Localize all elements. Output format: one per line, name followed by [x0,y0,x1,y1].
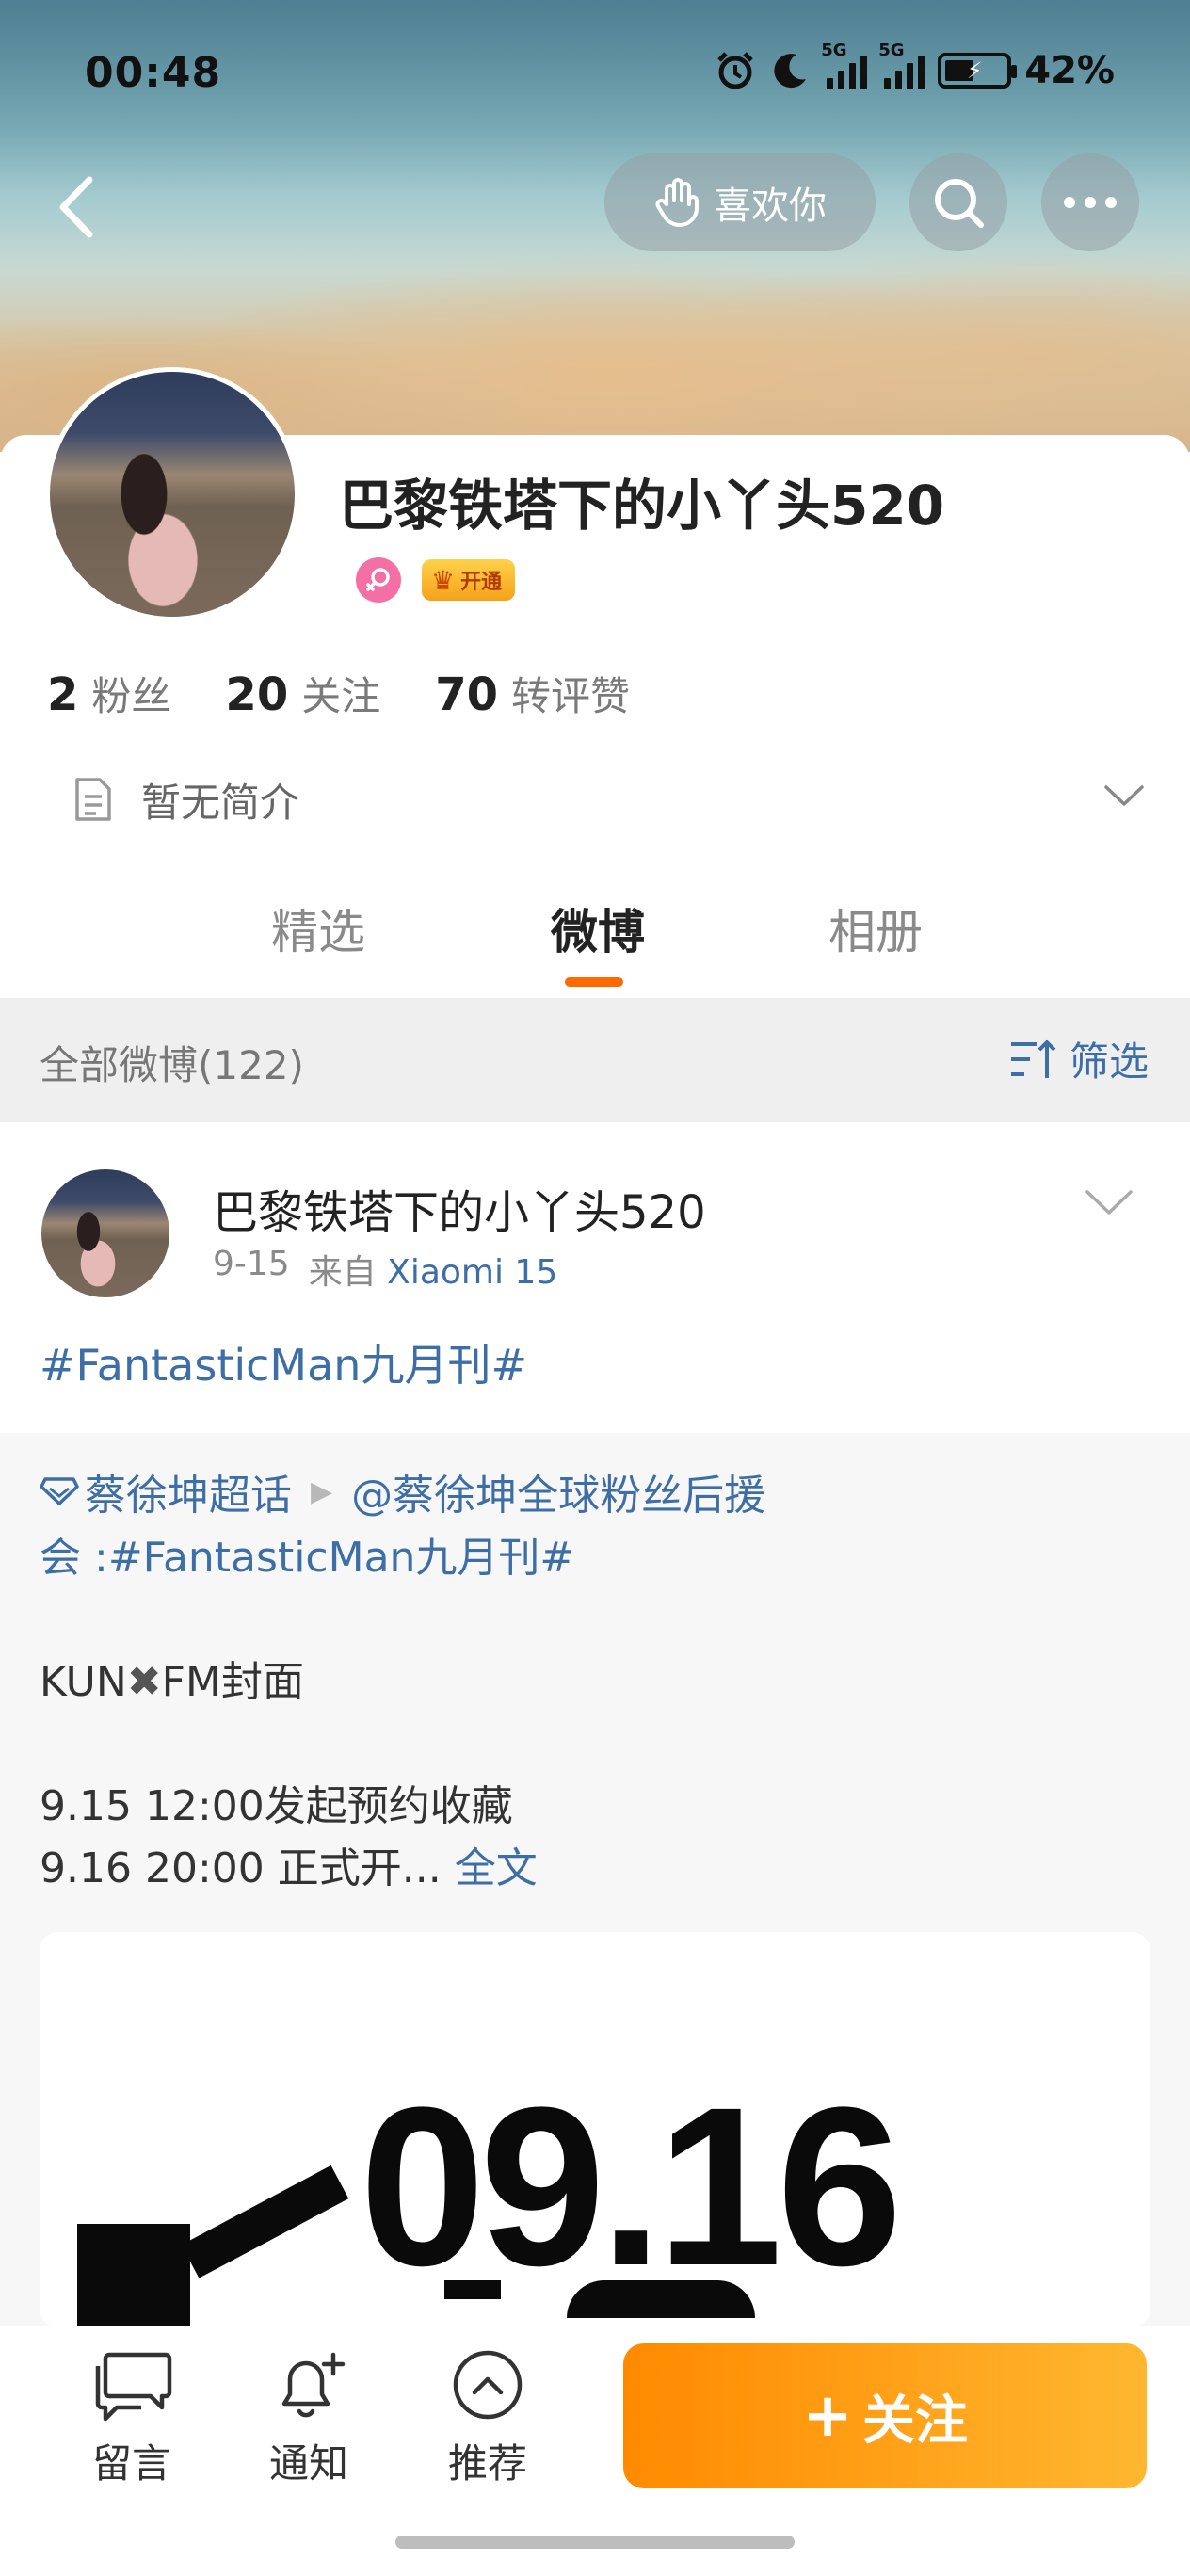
stat-number: 20 [225,668,289,721]
profile-badges: ♛ 开通 [356,557,516,603]
network-type-1: 5G [821,40,847,60]
signal-icon-2: 5G [878,40,925,89]
image-letter-fragment [181,2165,349,2278]
repost-image[interactable]: 09.16 [40,1932,1150,2327]
diamond-supertopic-icon [40,1477,79,1505]
repost-source-line: 蔡徐坤超话 ▶ @蔡徐坤全球粉丝后援 [40,1461,765,1521]
chevron-down-icon[interactable] [1103,783,1145,808]
comment-button[interactable]: 留言 [66,2345,198,2489]
document-icon [75,778,111,821]
status-bar: 00:48 5G 5G ⚡ 42% [0,0,1190,151]
profile-tabs: 精选 微博 相册 [0,876,1190,998]
post-options-chevron-icon[interactable] [1085,1188,1134,1216]
bottom-action-bar: 留言 通知 推荐 + 关注 [0,2326,1190,2576]
female-badge-icon[interactable] [356,557,401,603]
alarm-icon [714,49,757,92]
all-posts-count: 全部微博(122) [40,1042,304,1088]
bell-plus-icon [281,2352,346,2418]
profile-avatar[interactable] [45,367,299,621]
repost-line-5: 9.16 20:00 正式开... 全文 [40,1834,538,1894]
like-you-label: 喜欢你 [714,185,827,228]
post-topic-link[interactable]: #FantasticMan九月刊# [40,1331,527,1393]
comment-icon [95,2352,172,2422]
status-time: 00:48 [85,49,222,97]
recommend-label: 推荐 [447,2440,527,2487]
back-arrow-icon [59,176,93,238]
stat-number: 2 [47,668,79,721]
bio-text: 暂无简介 [141,779,300,826]
repost-line-4: 9.15 12:00发起预约收藏 [40,1782,513,1830]
post-author-avatar[interactable] [41,1169,169,1297]
reposted-content[interactable]: 蔡徐坤超话 ▶ @蔡徐坤全球粉丝后援 会 :#FantasticMan九月刊# … [0,1433,1190,2327]
repost-text-fm: FM封面 [161,1658,304,1706]
comment-label: 留言 [91,2440,171,2487]
vip-open-label: 开通 [460,571,503,594]
stat-number: 70 [435,668,499,721]
repost-line-2: 会 :#FantasticMan九月刊# [40,1523,574,1584]
filter-sort-icon [1010,1039,1056,1078]
battery-percent: 42% [1024,49,1115,92]
signal-icon-1: 5G [821,40,868,89]
mention-link[interactable]: @蔡徐坤全球粉丝后援 [351,1461,765,1521]
image-date-text: 09.16 [360,2060,903,2312]
profile-stats: 2 粉丝 20 关注 70 转评赞 [47,665,630,722]
supertopic-link[interactable]: 蔡徐坤超话 [85,1461,292,1521]
stat-label: 关注 [301,673,381,719]
network-type-2: 5G [878,40,905,60]
filter-bar: 全部微博(122) 筛选 [0,998,1190,1122]
weibo-post: 巴黎铁塔下的小丫头520 9-15 来自 Xiaomi 15 #Fantasti… [0,1122,1190,2327]
notify-button[interactable]: 通知 [243,2345,375,2489]
crown-icon: ♛ [431,564,456,596]
hand-wave-icon [655,178,699,227]
filter-button[interactable]: 筛选 [1009,1030,1149,1087]
vip-open-badge[interactable]: ♛ 开通 [422,559,516,601]
bio-row[interactable]: 暂无简介 [72,766,1145,832]
post-author-name[interactable]: 巴黎铁塔下的小丫头520 [213,1175,706,1241]
mention-suffix[interactable]: 会 : [40,1534,108,1582]
plus-icon: + [802,2381,853,2451]
post-date: 9-15 [213,1245,290,1283]
notify-label: 通知 [268,2440,348,2487]
full-text-link[interactable]: 全文 [455,1844,538,1892]
more-button[interactable] [1041,153,1139,251]
repost-topic-link[interactable]: #FantasticMan九月刊# [108,1534,574,1582]
more-dots-icon [1064,197,1117,208]
stat-label: 粉丝 [91,673,171,719]
cross-mark-icon: ✖ [126,1658,162,1706]
stat-label: 转评赞 [511,673,631,719]
moon-icon [770,49,810,92]
battery-icon: ⚡ [938,53,1018,89]
profile-name: 巴黎铁塔下的小丫头520 [339,474,945,538]
image-letter-fragment [77,2224,190,2327]
play-arrow-icon: ▶ [311,1474,333,1508]
status-icons: 5G 5G ⚡ 42% [714,40,1115,92]
repost-truncated-text: 9.16 20:00 正式开... [40,1844,442,1892]
follow-label: 关注 [861,2390,968,2452]
active-tab-indicator [565,977,623,987]
follow-button[interactable]: + 关注 [623,2343,1147,2488]
image-letter-fragment [567,2280,755,2318]
filter-label: 筛选 [1069,1038,1149,1085]
home-indicator[interactable] [395,2536,795,2549]
post-meta: 9-15 来自 Xiaomi 15 [213,1245,557,1294]
tab-album[interactable]: 相册 [828,894,923,962]
like-you-button[interactable]: 喜欢你 [604,153,876,251]
stat-followers[interactable]: 2 粉丝 [47,665,170,722]
stat-interactions[interactable]: 70 转评赞 [435,665,630,722]
repost-text-kun: KUN [40,1658,127,1706]
chevron-up-circle-icon [453,2350,523,2420]
search-icon [935,179,984,228]
repost-line-3: KUN✖FM封面 [40,1648,304,1708]
back-button[interactable] [38,169,113,245]
image-letter-fragment [444,2280,501,2299]
tab-featured[interactable]: 精选 [271,894,365,962]
recommend-button[interactable]: 推荐 [422,2345,554,2489]
tab-weibo[interactable]: 微博 [551,894,645,962]
post-device[interactable]: Xiaomi 15 [387,1253,557,1292]
search-button[interactable] [909,153,1007,251]
stat-following[interactable]: 20 关注 [225,665,380,722]
post-source-prefix: 来自 [308,1253,377,1292]
